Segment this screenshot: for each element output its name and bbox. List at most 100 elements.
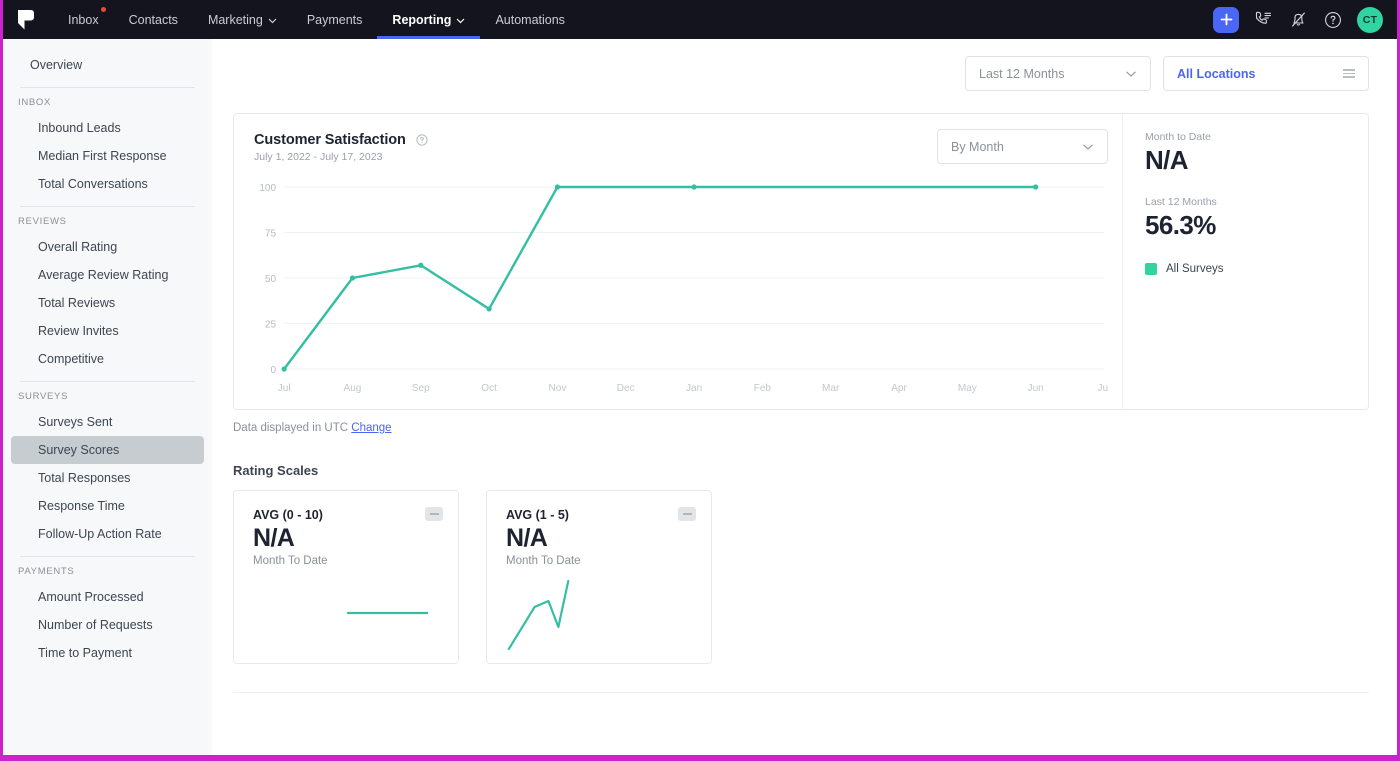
card-title-text: Customer Satisfaction	[254, 132, 406, 148]
sparkline-rising-zigzag	[487, 571, 711, 657]
grouping-dropdown-control[interactable]: By Month	[937, 129, 1108, 164]
plus-icon[interactable]	[1213, 6, 1239, 33]
nav-item-label: Reporting	[392, 12, 452, 27]
sidebar-item-label: Average Review Rating	[38, 268, 169, 282]
inbox-unread-dot	[100, 7, 106, 12]
nav-item-contacts[interactable]: Contacts	[114, 0, 193, 39]
sidebar-item-label: Total Reviews	[38, 296, 116, 310]
nav-item-reporting[interactable]: Reporting	[377, 0, 481, 39]
sidebar-item-competitive[interactable]: Competitive	[11, 345, 204, 373]
podium-logo-icon[interactable]	[13, 7, 39, 33]
nav-item-marketing[interactable]: Marketing	[193, 0, 292, 39]
chevron-down-icon	[1082, 140, 1094, 154]
sidebar-item-surveys-sent[interactable]: Surveys Sent	[11, 408, 204, 436]
sidebar-item-review-invites[interactable]: Review Invites	[11, 317, 204, 345]
svg-text:Mar: Mar	[822, 383, 840, 394]
sidebar-item-average-review-rating[interactable]: Average Review Rating	[11, 261, 204, 289]
sidebar-item-label: Competitive	[38, 352, 104, 366]
nav-item-automations[interactable]: Automations	[480, 0, 579, 39]
bell-slash-icon[interactable]	[1287, 9, 1309, 31]
sidebar-item-total-reviews[interactable]: Total Reviews	[11, 289, 204, 317]
svg-text:25: 25	[265, 320, 277, 331]
card-subtitle: July 1, 2022 - July 17, 2023	[254, 151, 383, 163]
sidebar-item-label: Surveys Sent	[38, 415, 113, 429]
svg-text:Jan: Jan	[686, 383, 702, 394]
filter-bar: Last 12 Months All Locations	[212, 39, 1397, 91]
sidebar-item-total-conversations[interactable]: Total Conversations	[11, 170, 204, 198]
svg-text:May: May	[958, 383, 977, 394]
svg-text:Apr: Apr	[891, 383, 907, 394]
svg-text:Nov: Nov	[548, 383, 566, 394]
chart-legend[interactable]: All Surveys	[1145, 263, 1368, 275]
locations-dropdown[interactable]: All Locations	[1163, 56, 1369, 91]
sidebar-item-label: Total Conversations	[38, 177, 148, 191]
satisfaction-line-chart: 0 25 50 75 100 Jul Aug Sep Oct Nov Dec Jan Feb Mar Ap…	[254, 179, 1108, 399]
sidebar-heading-reviews: REVIEWS	[18, 216, 67, 227]
legend-color-swatch	[1145, 263, 1157, 275]
change-timezone-link[interactable]: Change	[351, 422, 391, 434]
svg-text:Aug: Aug	[344, 383, 362, 394]
svg-text:Jul: Jul	[278, 383, 291, 394]
sidebar-item-time-to-payment[interactable]: Time to Payment	[11, 639, 204, 667]
grouping-dropdown[interactable]: By Month	[937, 129, 1108, 164]
svg-text:75: 75	[265, 229, 277, 240]
chevron-down-icon	[1125, 67, 1137, 81]
date-range-dropdown[interactable]: Last 12 Months	[965, 56, 1151, 91]
svg-text:100: 100	[259, 183, 276, 194]
sidebar-heading-surveys: SURVEYS	[18, 391, 69, 402]
sidebar-item-follow-up-action-rate[interactable]: Follow-Up Action Rate	[11, 520, 204, 548]
question-circle-icon[interactable]	[1322, 9, 1344, 31]
nav-item-inbox[interactable]: Inbox	[53, 0, 114, 39]
stat-value: 56.3%	[1145, 209, 1216, 240]
sidebar-item-response-time[interactable]: Response Time	[11, 492, 204, 520]
stat-value: N/A	[1145, 145, 1189, 175]
nav-item-label: Inbox	[68, 12, 99, 27]
sidebar-item-total-responses[interactable]: Total Responses	[11, 464, 204, 492]
chart-y-axis-labels: 0 25 50 75 100	[259, 183, 276, 376]
sidebar-item-inbound-leads[interactable]: Inbound Leads	[11, 114, 204, 142]
nav-item-payments[interactable]: Payments	[292, 0, 378, 39]
svg-text:Oct: Oct	[481, 383, 497, 394]
sidebar-item-overview[interactable]: Overview	[11, 51, 204, 79]
sidebar-item-label: Overview	[30, 58, 83, 72]
svg-text:Jul: Jul	[1098, 383, 1108, 394]
sidebar-divider	[20, 556, 195, 557]
nav-item-label: Payments	[306, 12, 363, 27]
avatar-initials: CT	[1362, 13, 1378, 26]
sparkline-flat	[234, 571, 458, 657]
sidebar-item-overall-rating[interactable]: Overall Rating	[11, 233, 204, 261]
sidebar-item-median-first-response[interactable]: Median First Response	[11, 142, 204, 170]
scale-card-value: N/A	[506, 524, 548, 552]
avatar[interactable]: CT	[1357, 6, 1383, 33]
customer-satisfaction-card: Customer Satisfaction July 1, 2022 - Jul…	[233, 113, 1369, 410]
locations-value: All Locations	[1177, 66, 1256, 81]
sidebar-item-label: Inbound Leads	[38, 121, 121, 135]
chart-panel: Customer Satisfaction July 1, 2022 - Jul…	[234, 114, 1122, 409]
main-content: Last 12 Months All Locations Customer Sa…	[212, 39, 1397, 755]
stat-label: Last 12 Months	[1145, 195, 1217, 208]
chevron-down-icon	[456, 13, 465, 27]
svg-text:Feb: Feb	[754, 383, 772, 394]
legend-label: All Surveys	[1166, 263, 1224, 275]
sidebar-item-label: Total Responses	[38, 471, 131, 485]
rating-scale-card-1-5: AVG (1 - 5) N/A Month To Date	[486, 490, 712, 664]
svg-text:Sep: Sep	[412, 383, 430, 394]
sidebar-item-number-of-requests[interactable]: Number of Requests	[11, 611, 204, 639]
sidebar: Overview INBOX Inbound Leads Median Firs…	[3, 39, 212, 755]
sidebar-item-survey-scores[interactable]: Survey Scores	[11, 436, 204, 464]
sidebar-item-label: Survey Scores	[38, 443, 120, 457]
scale-card-value: N/A	[253, 524, 295, 552]
hamburger-icon	[1343, 69, 1355, 78]
date-range-value: Last 12 Months	[979, 66, 1065, 81]
chart-gridlines	[284, 186, 1104, 370]
info-circle-icon[interactable]	[416, 134, 428, 146]
flat-trend-badge	[425, 507, 443, 521]
sidebar-item-amount-processed[interactable]: Amount Processed	[11, 583, 204, 611]
sidebar-item-label: Overall Rating	[38, 240, 118, 254]
svg-text:Dec: Dec	[617, 383, 635, 394]
svg-text:0: 0	[271, 365, 277, 376]
phone-list-icon[interactable]	[1252, 9, 1274, 31]
grouping-value: By Month	[951, 139, 1004, 154]
sidebar-item-label: Number of Requests	[38, 618, 153, 632]
sidebar-heading-payments: PAYMENTS	[18, 566, 75, 577]
